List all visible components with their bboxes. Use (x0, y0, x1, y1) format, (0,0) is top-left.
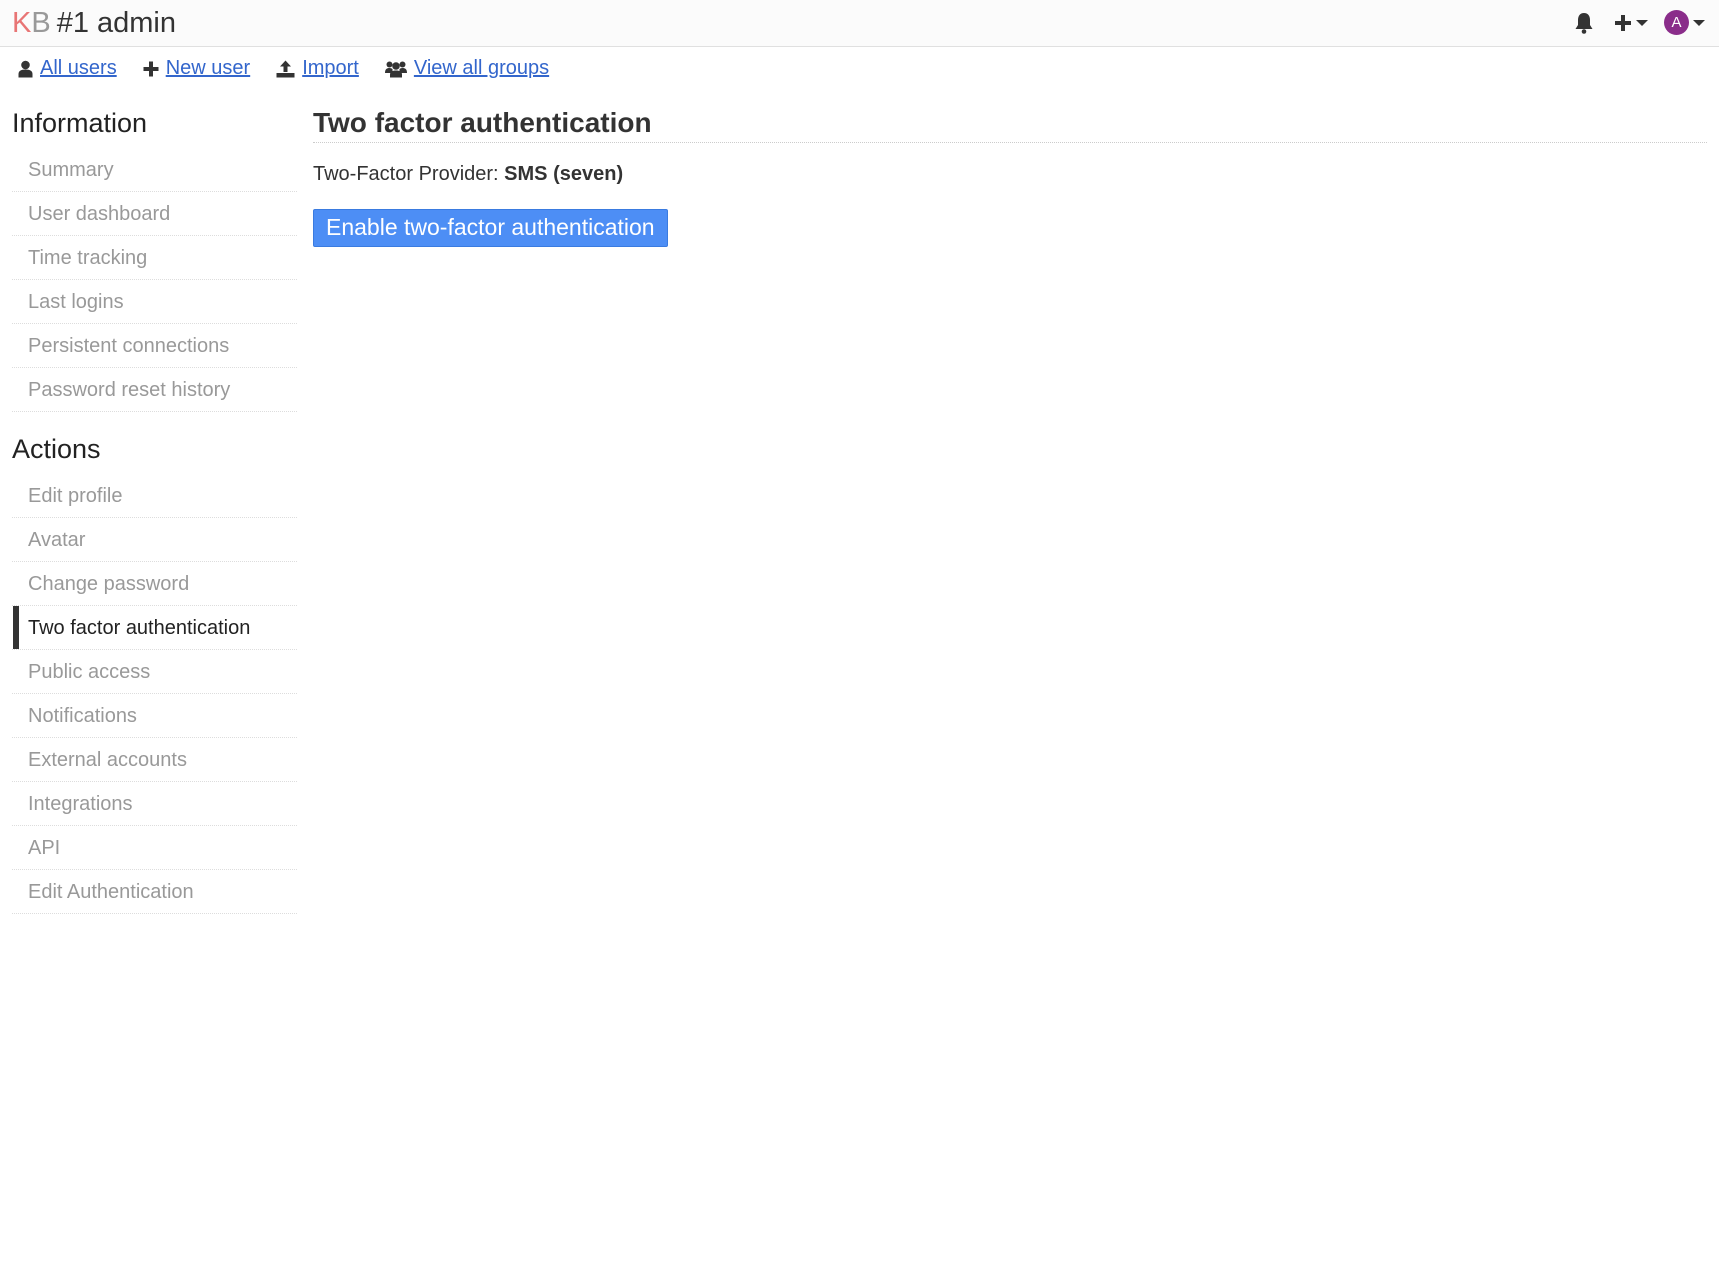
section-title: Two factor authentication (313, 104, 1707, 143)
information-heading: Information (12, 108, 148, 138)
page-title: #1 admin (56, 7, 176, 39)
bell-icon (1575, 12, 1593, 34)
sidebar-item-last-logins[interactable]: Last logins (12, 280, 297, 324)
sidebar-item-integrations[interactable]: Integrations (12, 782, 297, 826)
main-content: Two factor authentication Two-Factor Pro… (313, 104, 1707, 247)
notifications-button[interactable] (1574, 12, 1594, 34)
enable-two-factor-button[interactable]: Enable two-factor authentication (313, 209, 668, 247)
upload-icon (276, 60, 295, 77)
avatar: A (1664, 10, 1689, 35)
new-user-link[interactable]: New user (166, 57, 250, 80)
sidebar-item-notifications[interactable]: Notifications (12, 694, 297, 738)
app-logo-title[interactable]: KB #1 admin (12, 5, 176, 41)
plus-icon (143, 61, 159, 76)
sidebar-item-edit-profile[interactable]: Edit profile (12, 474, 297, 518)
subnav-view-all-groups[interactable]: View all groups (384, 57, 549, 80)
sidebar-item-avatar[interactable]: Avatar (12, 518, 297, 562)
sidebar-item-api[interactable]: API (12, 826, 297, 870)
sidebar-item-password-reset-history[interactable]: Password reset history (12, 368, 297, 412)
provider-info: Two-Factor Provider: SMS (seven) (313, 163, 1707, 186)
plus-icon (1615, 14, 1631, 31)
sidebar: Information Summary User dashboard Time … (12, 104, 297, 914)
view-all-groups-link[interactable]: View all groups (414, 57, 549, 80)
sidebar-item-time-tracking[interactable]: Time tracking (12, 236, 297, 280)
sidebar-item-user-dashboard[interactable]: User dashboard (12, 192, 297, 236)
sidebar-item-public-access[interactable]: Public access (12, 650, 297, 694)
user-menu-button[interactable]: A (1654, 10, 1705, 35)
user-icon (18, 60, 33, 77)
user-subnav: All users New user Import View all group… (18, 57, 575, 80)
provider-label: Two-Factor Provider: (313, 163, 499, 185)
chevron-down-icon (1636, 19, 1648, 26)
import-link[interactable]: Import (302, 57, 359, 80)
logo-k: K (12, 7, 32, 39)
chevron-down-icon (1693, 19, 1705, 26)
subnav-new-user[interactable]: New user (143, 57, 250, 80)
sidebar-item-persistent-connections[interactable]: Persistent connections (12, 324, 297, 368)
sidebar-item-summary[interactable]: Summary (12, 148, 297, 192)
logo-b: B (31, 7, 51, 39)
all-users-link[interactable]: All users (40, 57, 117, 80)
top-header: KB #1 admin A (0, 0, 1719, 47)
sidebar-item-external-accounts[interactable]: External accounts (12, 738, 297, 782)
actions-heading: Actions (12, 434, 101, 464)
users-icon (384, 61, 407, 77)
header-actions: A (1574, 10, 1705, 35)
sidebar-item-two-factor-authentication[interactable]: Two factor authentication (12, 606, 297, 650)
provider-value: SMS (seven) (504, 163, 624, 185)
information-menu: Summary User dashboard Time tracking Las… (12, 148, 297, 412)
sidebar-item-change-password[interactable]: Change password (12, 562, 297, 606)
sidebar-item-edit-authentication[interactable]: Edit Authentication (12, 870, 297, 914)
create-menu-button[interactable] (1614, 14, 1648, 32)
subnav-all-users[interactable]: All users (18, 57, 117, 80)
subnav-import[interactable]: Import (276, 57, 359, 80)
actions-menu: Edit profile Avatar Change password Two … (12, 474, 297, 914)
